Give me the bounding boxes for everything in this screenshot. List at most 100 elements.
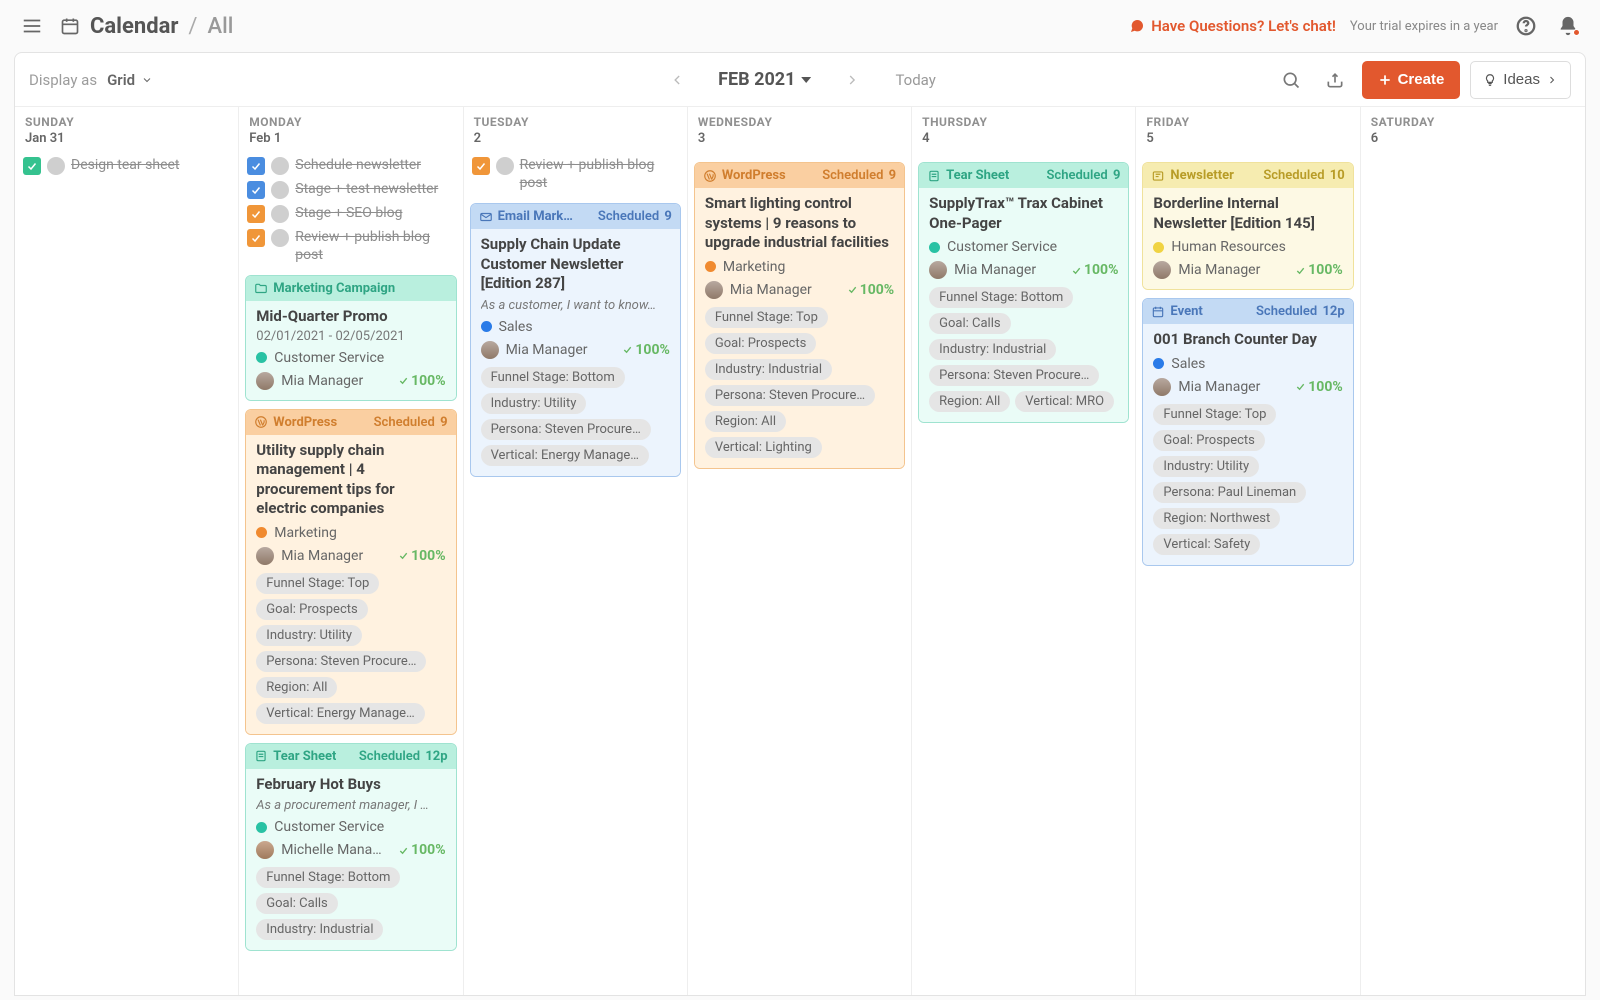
tag[interactable]: Funnel Stage: Bottom <box>481 367 625 388</box>
task-checkbox[interactable] <box>247 205 265 223</box>
chat-link[interactable]: Have Questions? Let's chat! <box>1129 17 1336 35</box>
tag[interactable]: Persona: Steven Procure… <box>256 651 426 672</box>
tag[interactable]: Goal: Calls <box>256 893 337 914</box>
content-card[interactable]: Tear SheetScheduled 9SupplyTrax™ Trax Ca… <box>918 162 1129 423</box>
search-button[interactable] <box>1274 63 1308 97</box>
content-card[interactable]: WordPressScheduled 9 Utility supply chain… <box>245 409 456 735</box>
tag[interactable]: Vertical: MRO <box>1015 391 1114 412</box>
task-label: Stage + SEO blog <box>295 205 402 223</box>
breadcrumb: Calendar / All <box>60 14 233 39</box>
tag[interactable]: Persona: Paul Lineman <box>1153 482 1306 503</box>
tag[interactable]: Industry: Utility <box>481 393 587 414</box>
card-title: Smart lighting control systems | 9 reaso… <box>705 194 894 253</box>
card-body: Mid-Quarter Promo02/01/2021 - 02/05/2021… <box>246 301 455 400</box>
breadcrumb-sub: All <box>208 14 234 39</box>
tag[interactable]: Funnel Stage: Top <box>256 573 379 594</box>
next-month-button[interactable] <box>839 67 865 93</box>
avatar <box>271 205 289 223</box>
tag[interactable]: Persona: Steven Procure… <box>705 385 875 406</box>
tag[interactable]: Region: All <box>256 677 337 698</box>
chevron-down-icon <box>141 74 153 86</box>
card-status: Scheduled 12p <box>359 749 448 764</box>
tag[interactable]: Vertical: Safety <box>1153 534 1260 555</box>
create-button[interactable]: Create <box>1362 61 1461 99</box>
card-title: Borderline Internal Newsletter [Edition … <box>1153 194 1342 233</box>
dept-dot <box>705 261 716 272</box>
today-button[interactable]: Today <box>895 71 935 89</box>
day-name: FRIDAY <box>1142 107 1353 131</box>
help-button[interactable] <box>1512 12 1540 40</box>
tag[interactable]: Persona: Steven Procure… <box>481 419 651 440</box>
day-date: 3 <box>694 131 905 154</box>
card-header: WordPressScheduled 9 <box>246 410 455 435</box>
menu-button[interactable] <box>18 12 46 40</box>
notifications-button[interactable] <box>1554 12 1582 40</box>
card-status: Scheduled 9 <box>374 415 448 430</box>
month-selector[interactable]: FEB 2021 <box>718 69 811 90</box>
percent-complete: 100% <box>1295 262 1342 278</box>
task-label: Schedule newsletter <box>295 157 421 175</box>
tag[interactable]: Funnel Stage: Bottom <box>256 867 400 888</box>
tag[interactable]: Industry: Industrial <box>705 359 832 380</box>
tag[interactable]: Funnel Stage: Bottom <box>929 287 1073 308</box>
tag[interactable]: Goal: Calls <box>929 313 1010 334</box>
task-checkbox[interactable] <box>23 157 41 175</box>
content-card[interactable]: NewsletterScheduled 10 Borderline Interna… <box>1142 162 1353 290</box>
tag[interactable]: Industry: Utility <box>1153 456 1259 477</box>
avatar <box>256 547 274 565</box>
tag[interactable]: Vertical: Energy Manage… <box>256 703 424 724</box>
tag[interactable]: Persona: Steven Procure… <box>929 365 1099 386</box>
avatar <box>705 281 723 299</box>
content-card[interactable]: Marketing CampaignMid-Quarter Promo02/01… <box>245 275 456 401</box>
task-checkbox[interactable] <box>247 157 265 175</box>
card-header: NewsletterScheduled 10 <box>1143 163 1352 188</box>
tag[interactable]: Goal: Prospects <box>256 599 367 620</box>
view-selector[interactable]: Grid <box>107 71 153 89</box>
completed-task[interactable]: Stage + SEO blog <box>245 202 456 226</box>
dept-dot <box>1153 358 1164 369</box>
card-description: As a procurement manager, I … <box>256 798 445 813</box>
completed-task[interactable]: Schedule newsletter <box>245 154 456 178</box>
card-header: WordPressScheduled 9 <box>695 163 904 188</box>
tag[interactable]: Funnel Stage: Top <box>705 307 828 328</box>
tag[interactable]: Vertical: Energy Manage… <box>481 445 649 466</box>
prev-month-button[interactable] <box>664 67 690 93</box>
task-checkbox[interactable] <box>247 181 265 199</box>
tag[interactable]: Vertical: Lighting <box>705 437 822 458</box>
tag[interactable]: Goal: Prospects <box>1153 430 1264 451</box>
completed-task[interactable]: Review + publish blog post <box>245 226 456 267</box>
task-label: Review + publish blog post <box>520 157 679 192</box>
completed-task[interactable]: Review + publish blog post <box>470 154 681 195</box>
ideas-button[interactable]: Ideas <box>1470 61 1571 99</box>
tag[interactable]: Region: All <box>705 411 786 432</box>
task-checkbox[interactable] <box>247 229 265 247</box>
task-checkbox[interactable] <box>472 157 490 175</box>
card-owner: Mia Manager100% <box>256 372 445 390</box>
day-name: SUNDAY <box>21 107 232 131</box>
card-title: Utility supply chain management | 4 proc… <box>256 441 445 519</box>
completed-task[interactable]: Design tear sheet <box>21 154 232 178</box>
tag[interactable]: Region: Northwest <box>1153 508 1280 529</box>
tag[interactable]: Industry: Industrial <box>929 339 1056 360</box>
tag[interactable]: Region: All <box>929 391 1010 412</box>
day-date: Feb 1 <box>245 131 456 154</box>
content-card[interactable]: Email Mark…Scheduled 9Supply Chain Updat… <box>470 203 681 477</box>
content-card[interactable]: Tear SheetScheduled 12pFebruary Hot Buys… <box>245 743 456 952</box>
calendar-column: MONDAYFeb 1Schedule newsletterStage + te… <box>239 107 463 995</box>
tag[interactable]: Industry: Utility <box>256 625 362 646</box>
content-card[interactable]: WordPressScheduled 9 Smart lighting contr… <box>694 162 905 469</box>
calendar-column: SATURDAY6 <box>1361 107 1585 995</box>
share-button[interactable] <box>1318 63 1352 97</box>
tag[interactable]: Goal: Prospects <box>705 333 816 354</box>
card-owner: Mia Manager100% <box>929 261 1118 279</box>
card-tags: Funnel Stage: Bottom Goal: Calls Industry:… <box>929 287 1118 412</box>
dept-dot <box>256 352 267 363</box>
tag[interactable]: Industry: Industrial <box>256 919 383 940</box>
notification-dot <box>1573 29 1580 36</box>
completed-task[interactable]: Stage + test newsletter <box>245 178 456 202</box>
card-header: Tear SheetScheduled 9 <box>919 163 1128 188</box>
dept-dot <box>256 822 267 833</box>
tag[interactable]: Funnel Stage: Top <box>1153 404 1276 425</box>
card-title: February Hot Buys <box>256 775 445 795</box>
content-card[interactable]: EventScheduled 12p001 Branch Counter Day… <box>1142 298 1353 566</box>
